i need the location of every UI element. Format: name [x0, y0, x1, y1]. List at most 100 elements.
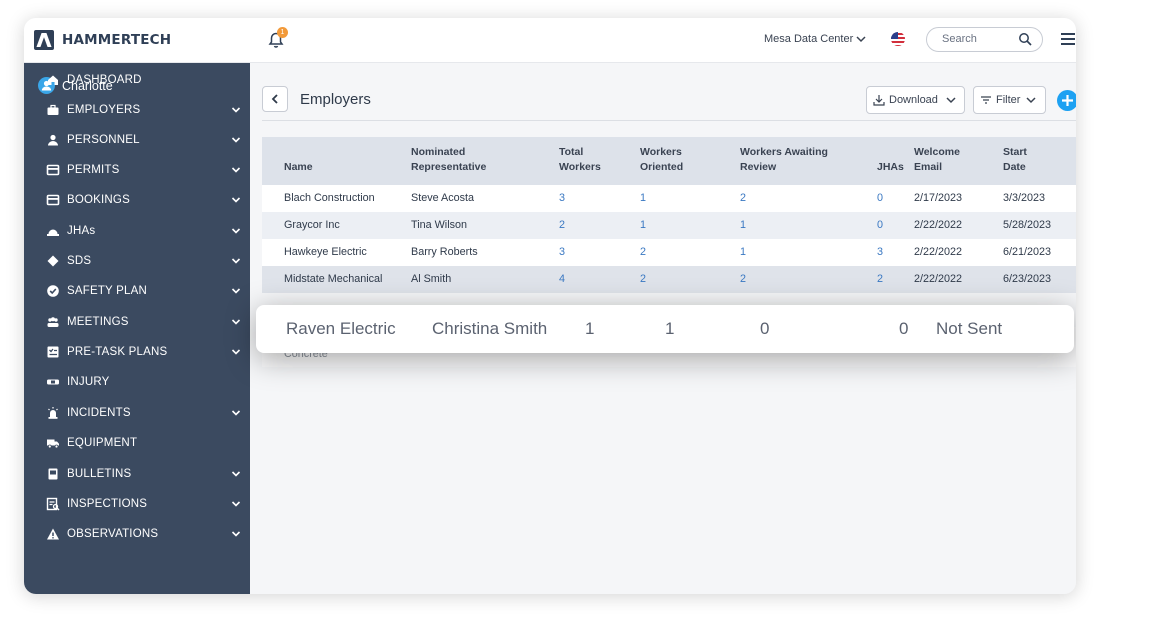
sidebar-item-label: INCIDENTS [67, 407, 131, 419]
sidebar-item-permits[interactable]: PERMITS [46, 160, 242, 180]
hamburger-menu-icon[interactable] [1061, 33, 1075, 45]
table-cell: 5/28/2023 [1003, 219, 1052, 231]
chevron-down-icon[interactable] [230, 316, 242, 328]
highlighted-row-cell: 0 [760, 319, 770, 338]
column-header[interactable]: Workers Awaiting Review [740, 145, 828, 175]
table-cell[interactable]: 3 [877, 246, 883, 258]
chevron-down-icon[interactable] [230, 225, 242, 237]
sidebar-item-observations[interactable]: OBSERVATIONS [46, 524, 242, 544]
hammertech-logo-icon [34, 30, 54, 50]
home-icon [48, 75, 58, 85]
column-header-label: Workers Awaiting [740, 146, 828, 158]
column-header-label: Date [1003, 161, 1026, 173]
column-header-label: Oriented [640, 161, 684, 173]
document-icon [48, 468, 58, 480]
us-flag-icon[interactable] [891, 32, 905, 46]
highlighted-row-cell: Christina Smith [432, 319, 548, 338]
truck-icon [47, 439, 59, 449]
add-employer-button[interactable] [1057, 90, 1076, 111]
table-cell: 3/3/2023 [1003, 192, 1046, 204]
card-icon [46, 164, 60, 176]
chevron-down-icon [946, 97, 956, 104]
sidebar-item-incidents[interactable]: INCIDENTS [46, 403, 242, 423]
table-cell: Blach Construction [284, 192, 375, 204]
sidebar-item-bookings[interactable]: BOOKINGS [46, 190, 242, 210]
table-cell[interactable]: 3 [559, 246, 565, 258]
column-header[interactable]: Start Date [1003, 145, 1027, 175]
chevron-down-icon[interactable] [230, 194, 242, 206]
table-cell[interactable]: 2 [877, 273, 883, 285]
sidebar-item-label: DASHBOARD [67, 74, 142, 86]
table-cell[interactable]: 1 [640, 219, 646, 231]
sidebar-item-sds[interactable]: SDS [46, 251, 242, 271]
sidebar-item-meetings[interactable]: MEETINGS [46, 312, 242, 332]
sidebar-item-bulletins[interactable]: BULLETINS [46, 464, 242, 484]
column-header[interactable]: Total Workers [559, 145, 601, 175]
brand-logo[interactable]: HAMMERTECH [34, 30, 171, 50]
table-cell[interactable]: 2 [640, 273, 646, 285]
chevron-down-icon[interactable] [230, 104, 242, 116]
column-header[interactable]: JHAs [877, 160, 904, 175]
sidebar-item-injury[interactable]: INJURY [46, 372, 242, 392]
chevron-down-icon[interactable] [230, 498, 242, 510]
download-button[interactable]: Download [866, 86, 965, 114]
sidebar-item-personnel[interactable]: PERSONNEL [46, 130, 242, 150]
table-cell: 6/23/2023 [1003, 273, 1052, 285]
column-header[interactable]: Name [284, 160, 313, 175]
table-cell[interactable]: 3 [559, 192, 565, 204]
table-cell[interactable]: 2 [559, 219, 565, 231]
sidebar-item-safety-plan[interactable]: SAFETY PLAN [46, 281, 242, 301]
sidebar-item-dashboard[interactable]: DASHBOARD [46, 70, 242, 90]
highlighted-row-cell: Raven Electric [286, 319, 396, 338]
notification-badge: 1 [277, 27, 288, 38]
download-icon [873, 95, 885, 106]
table-row[interactable]: Blach Construction Steve Acosta 3 1 2 0 2/17/2… [262, 185, 1076, 212]
chevron-down-icon[interactable] [230, 528, 242, 540]
back-button[interactable] [262, 86, 288, 112]
table-cell[interactable]: 0 [877, 192, 883, 204]
table-cell: Al Smith [411, 273, 452, 285]
sidebar-item-employers[interactable]: EMPLOYERS [46, 100, 242, 120]
chevron-down-icon[interactable] [230, 164, 242, 176]
column-header-label: Start [1003, 146, 1027, 158]
table-cell[interactable]: 2 [740, 192, 746, 204]
search-input[interactable]: Search [926, 27, 1043, 52]
chevron-left-icon [271, 94, 278, 104]
table-cell[interactable]: 2 [640, 246, 646, 258]
filter-button[interactable]: Filter [973, 86, 1046, 114]
table-cell[interactable]: 4 [559, 273, 565, 285]
chevron-down-icon[interactable] [230, 346, 242, 358]
sidebar-item-inspections[interactable]: INSPECTIONS [46, 494, 242, 514]
table-row[interactable]: Graycor Inc Tina Wilson 2 1 1 0 2/22/2022 5/28/… [262, 212, 1076, 239]
chevron-down-icon[interactable] [230, 468, 242, 480]
table-row[interactable]: Hawkeye Electric Barry Roberts 3 2 1 3 2/22/20… [262, 239, 1076, 266]
table-cell[interactable]: 1 [640, 192, 646, 204]
table-cell[interactable]: 1 [740, 219, 746, 231]
table-cell[interactable]: 1 [740, 246, 746, 258]
chevron-down-icon[interactable] [230, 134, 242, 146]
group-icon [47, 317, 59, 327]
filter-icon [981, 96, 991, 104]
column-header[interactable]: Nominated Representative [411, 145, 486, 175]
chevron-down-icon[interactable] [230, 255, 242, 267]
table-row[interactable]: Midstate Mechanical Al Smith 4 2 2 2 2/22/2022… [262, 266, 1076, 293]
chevron-down-icon[interactable] [230, 407, 242, 419]
column-header-label: Workers [559, 161, 601, 173]
sidebar-item-label: SDS [67, 255, 92, 267]
sidebar-item-equipment[interactable]: EQUIPMENT [46, 433, 242, 453]
column-header[interactable]: Workers Oriented [640, 145, 683, 175]
sidebar-item-pre-task-plans[interactable]: PRE-TASK PLANS [46, 342, 242, 362]
highlighted-row-card[interactable]: Raven Electric Christina Smith 1 1 0 0 Not Sen… [256, 305, 1074, 353]
table-cell[interactable]: 0 [877, 219, 883, 231]
siren-icon [48, 407, 58, 419]
site-selector-label: Mesa Data Center [764, 33, 854, 45]
site-selector[interactable]: Mesa Data Center [764, 33, 866, 45]
table-cell: 2/17/2023 [914, 192, 963, 204]
sidebar-item-label: JHAs [67, 225, 96, 237]
sidebar-item-label: BOOKINGS [67, 194, 130, 206]
chevron-down-icon[interactable] [230, 285, 242, 297]
table-cell[interactable]: 2 [740, 273, 746, 285]
column-header[interactable]: Welcome Email [914, 145, 960, 175]
search-icon[interactable] [1018, 32, 1032, 46]
sidebar-item-jhas[interactable]: JHAs [46, 221, 242, 241]
